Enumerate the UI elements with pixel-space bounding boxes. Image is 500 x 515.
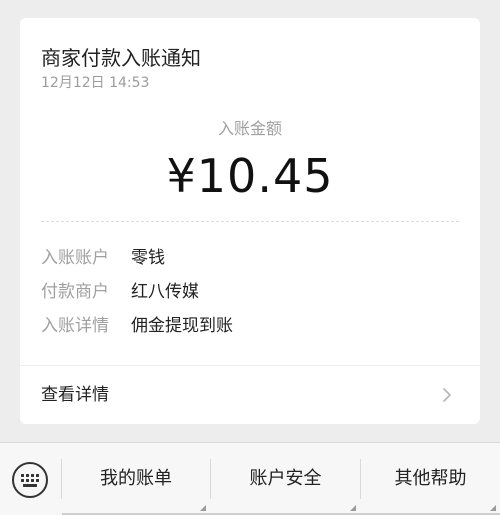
menu-item-my-bills[interactable]: 我的账单 [62, 443, 210, 515]
submenu-indicator-icon [490, 505, 496, 511]
menu-item-account-security[interactable]: 账户安全 [211, 443, 360, 515]
detail-key: 入账账户 [41, 248, 109, 268]
detail-key: 付款商户 [41, 282, 109, 302]
submenu-indicator-icon [200, 505, 206, 511]
detail-value: 红八传媒 [131, 282, 199, 302]
menu-item-label: 账户安全 [249, 468, 322, 489]
detail-value: 零钱 [131, 248, 165, 268]
detail-key: 入账详情 [41, 316, 109, 336]
view-details-link[interactable]: 查看详情 [20, 366, 480, 424]
submenu-indicator-icon [350, 505, 356, 511]
detail-row-merchant: 付款商户 红八传媒 [41, 280, 199, 304]
notification-card: 商家付款入账通知 12月12日 14:53 入账金额 ¥10.45 入账账户 零钱… [20, 18, 480, 424]
chevron-right-icon [443, 388, 451, 402]
dashed-divider [41, 221, 459, 222]
bottom-menu-bar: 我的账单 账户安全 其他帮助 [0, 442, 500, 515]
amount-value: ¥10.45 [166, 149, 334, 203]
amount-label: 入账金额 [217, 119, 282, 138]
view-details-label: 查看详情 [41, 385, 109, 405]
detail-value: 佣金提现到账 [131, 316, 233, 336]
detail-row-account: 入账账户 零钱 [41, 246, 165, 270]
menu-item-other-help[interactable]: 其他帮助 [361, 443, 500, 515]
menu-item-label: 我的账单 [100, 468, 172, 489]
notification-time: 12月12日 14:53 [41, 75, 150, 91]
notification-title: 商家付款入账通知 [41, 46, 201, 70]
keyboard-icon[interactable] [10, 460, 50, 500]
detail-row-description: 入账详情 佣金提现到账 [41, 314, 233, 338]
menu-item-label: 其他帮助 [394, 468, 467, 489]
